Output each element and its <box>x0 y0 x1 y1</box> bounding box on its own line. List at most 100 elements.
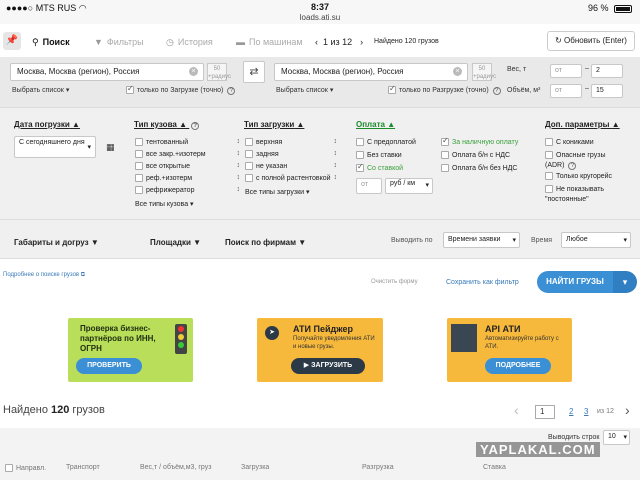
output-select[interactable]: Времени заявки ▾ <box>443 232 520 248</box>
pay-no-rate[interactable]: Без ставки <box>356 151 402 159</box>
dims-toggle[interactable]: Габариты и догруз ▼ <box>14 238 99 247</box>
load-type-option[interactable]: не указан ↕ <box>245 162 337 174</box>
body-type-option[interactable]: все открытые ↕ <box>135 162 240 174</box>
banner-pager[interactable]: ➤ АТИ Пейджер Получайте уведомления АТИ … <box>257 318 383 382</box>
drag-handle-icon[interactable]: ↕ <box>237 150 241 157</box>
banner-api-title: API АТИ <box>485 324 521 334</box>
drag-handle-icon[interactable]: ↕ <box>237 162 241 169</box>
rows-per-page-select[interactable]: 10 ▾ <box>603 430 630 445</box>
save-filter-link[interactable]: Сохранить как фильтр <box>446 279 519 286</box>
to-city-input[interactable]: Москва, Москва (регион), Россия × <box>274 63 468 81</box>
next-page-icon[interactable]: › <box>360 37 363 47</box>
prev-page-icon[interactable]: ‹ <box>315 37 318 47</box>
load-type-option[interactable]: задняя ↕ <box>245 150 337 162</box>
clear-from-icon[interactable]: × <box>189 67 198 76</box>
body-all-link[interactable]: Все типы кузова ▾ <box>135 200 194 208</box>
load-type-header[interactable]: Тип загрузки ▲ <box>244 120 304 129</box>
found-number: 120 <box>51 404 70 416</box>
from-pick-list[interactable]: Выбрать список ▾ <box>12 86 69 94</box>
find-loads-button[interactable]: НАЙТИ ГРУЗЫ <box>537 271 613 293</box>
page-2-link[interactable]: 2 <box>569 407 573 416</box>
pay-vat[interactable]: Оплата б/н с НДС <box>441 151 510 159</box>
clear-form-link[interactable]: Очистить форму <box>371 279 418 285</box>
body-type-option[interactable]: все закр.+изотерм ↕ <box>135 150 240 162</box>
body-type-option[interactable]: рефрижератор ↕ <box>135 186 240 198</box>
help-icon[interactable]: ? <box>191 122 200 130</box>
load-type-option[interactable]: с полной растентовкой ↕ <box>245 174 337 186</box>
tab-search[interactable]: ⚲ Поиск <box>32 37 70 48</box>
clear-to-icon[interactable]: × <box>453 67 462 76</box>
drag-handle-icon[interactable]: ↕ <box>237 186 241 193</box>
next-page-icon[interactable]: › <box>625 402 630 418</box>
body-type-option[interactable]: реф.+изотерм ↕ <box>135 174 240 186</box>
date-header[interactable]: Дата погрузки ▲ <box>14 120 80 129</box>
tab-history[interactable]: ◷ История <box>166 37 213 48</box>
more-about-search-link[interactable]: Подробнее о поиске грузов ⧉ <box>3 272 85 279</box>
extra-adr[interactable]: Опасные грузы (ADR) ? <box>545 151 617 171</box>
drag-handle-icon[interactable]: ↕ <box>334 174 338 181</box>
pin-icon[interactable]: 📌 <box>3 32 21 50</box>
banner-api[interactable]: API АТИ Автоматизируйте работу с АТИ. ПО… <box>447 318 572 382</box>
weight-label: Вес, т <box>507 66 527 73</box>
only-loading-checkbox[interactable]: только по Загрузке (точно) ? <box>126 84 236 95</box>
drag-handle-icon[interactable]: ↕ <box>237 174 241 181</box>
drag-handle-icon[interactable]: ↕ <box>334 150 338 157</box>
pay-with-rate[interactable]: Со ставкой <box>356 162 403 172</box>
pay-unit-select[interactable]: руб / км ▾ <box>385 178 433 194</box>
details-button[interactable]: ПОДРОБНЕЕ <box>485 358 551 374</box>
download-button[interactable]: ▶ ЗАГРУЗИТЬ <box>291 358 365 374</box>
load-type-option-label: не указан <box>256 162 288 170</box>
to-radius[interactable]: 50 +радиус <box>472 63 496 81</box>
only-unloading-checkbox[interactable]: только по Разгрузке (точно) ? <box>388 84 501 95</box>
address-url[interactable]: loads.ati.su <box>0 13 640 22</box>
volume-from-input[interactable]: от <box>550 84 582 98</box>
page-input[interactable]: 1 <box>535 405 555 419</box>
body-type-header[interactable]: Тип кузова ▲ ? <box>134 120 200 130</box>
banner-check-partners[interactable]: Проверка бизнес-партнёров по ИНН, ОГРН П… <box>68 318 193 382</box>
chevron-down-icon: ▾ <box>623 434 627 441</box>
body-type-option[interactable]: тентованный ↕ <box>135 138 240 150</box>
found-count-toolbar: Найдено 120 грузов <box>374 38 439 45</box>
payment-header[interactable]: Оплата ▲ <box>356 120 395 129</box>
pay-prepaid[interactable]: С предоплатой <box>356 138 416 146</box>
tab-filters[interactable]: ▼ Фильтры <box>94 37 144 47</box>
help-icon[interactable]: ? <box>568 162 577 170</box>
load-all-link[interactable]: Все типы загрузки ▾ <box>245 188 310 196</box>
find-options-icon[interactable]: ▾ <box>613 271 637 293</box>
drag-handle-icon[interactable]: ↕ <box>334 162 338 169</box>
help-icon[interactable]: ? <box>227 86 236 95</box>
drag-handle-icon[interactable]: ↕ <box>334 138 338 145</box>
check-button[interactable]: ПРОВЕРИТЬ <box>76 358 142 374</box>
load-type-option[interactable]: верхняя ↕ <box>245 138 337 150</box>
page-3-link[interactable]: 3 <box>584 407 588 416</box>
extra-koniki[interactable]: С кониками <box>545 138 594 146</box>
firms-toggle[interactable]: Поиск по фирмам ▼ <box>225 238 306 247</box>
chevron-up-icon: ▲ <box>72 120 80 129</box>
banner-check-title: Проверка бизнес-партнёров по ИНН, ОГРН <box>80 324 156 353</box>
from-city-input[interactable]: Москва, Москва (регион), Россия × <box>10 63 204 81</box>
extra-no-permanent[interactable]: Не показывать "постоянные" <box>545 185 617 205</box>
extra-params-header[interactable]: Доп. параметры ▲ <box>545 120 620 129</box>
to-pick-list[interactable]: Выбрать список ▾ <box>276 86 333 94</box>
time-select[interactable]: Любое ▾ <box>561 232 631 248</box>
pay-from-input[interactable]: от <box>356 178 382 194</box>
from-radius[interactable]: 50 +радиус <box>207 63 231 81</box>
prev-page-icon[interactable]: ‹ <box>514 402 519 418</box>
pay-no-vat[interactable]: Оплата б/н без НДС <box>441 164 517 172</box>
weight-from-input[interactable]: от <box>550 64 582 78</box>
refresh-button[interactable]: ↻ Обновить (Enter) <box>547 31 635 51</box>
pay-cash[interactable]: За наличную оплату <box>441 136 518 146</box>
traffic-light-icon <box>175 324 187 354</box>
help-icon[interactable]: ? <box>492 86 501 95</box>
swap-icon[interactable]: ⇄ <box>243 61 265 83</box>
tab-by-cars[interactable]: ▬ По машинам <box>236 37 303 47</box>
volume-to-input[interactable]: 15 <box>591 84 623 98</box>
date-select[interactable]: С сегодняшнего дня ▾ <box>14 136 96 158</box>
calendar-icon[interactable]: ▦ <box>106 142 115 153</box>
weight-to-input[interactable]: 2 <box>591 64 623 78</box>
platforms-toggle[interactable]: Площадки ▼ <box>150 238 201 247</box>
extra-round-trip[interactable]: Только кругорейс <box>545 172 612 180</box>
load-type-option-label: задняя <box>256 150 279 158</box>
select-all-checkbox[interactable] <box>5 464 13 472</box>
drag-handle-icon[interactable]: ↕ <box>237 138 241 145</box>
